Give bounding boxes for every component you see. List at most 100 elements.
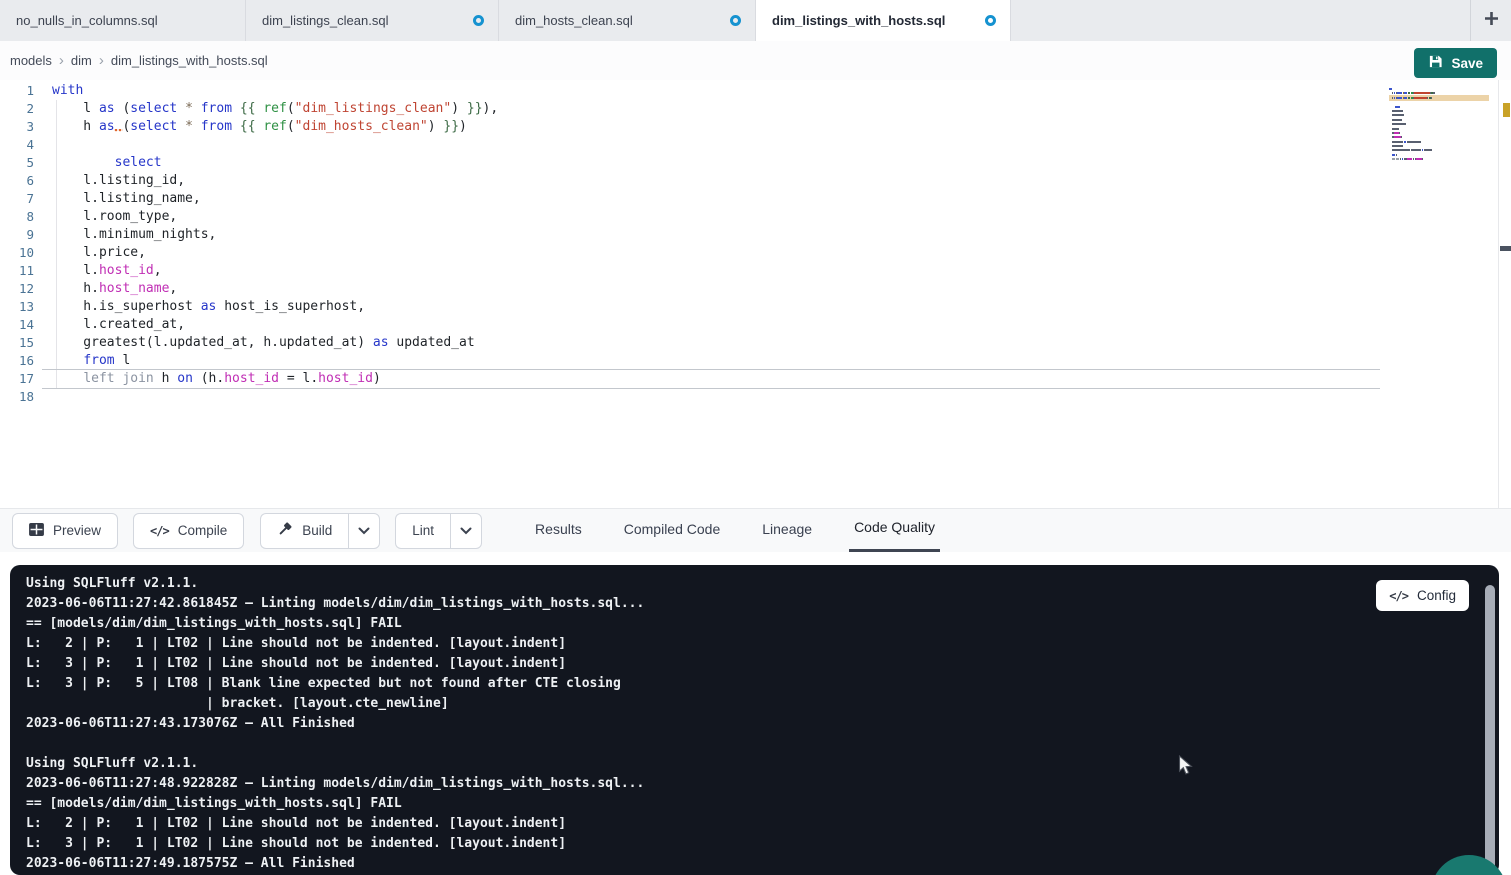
result-tab-bar: Results Compiled Code Lineage Code Quali… [530,509,972,552]
config-button-label: Config [1417,588,1456,603]
file-tab-dim-listings-with-hosts[interactable]: dim_listings_with_hosts.sql [756,0,1011,42]
new-tab-button[interactable] [1471,0,1511,41]
code-line[interactable]: 16 from l [0,352,1511,370]
line-number: 12 [0,280,34,298]
code-icon: </> [1389,589,1408,603]
hammer-icon [277,521,293,540]
line-number: 8 [0,208,34,226]
line-number: 5 [0,154,34,172]
unsaved-dot-icon [730,15,741,26]
floppy-save-icon [1428,54,1443,72]
lint-dropdown-button[interactable] [450,513,482,549]
breadcrumb-item-dim[interactable]: dim [71,53,92,68]
build-button[interactable]: Build [260,513,348,549]
line-number: 7 [0,190,34,208]
line-number: 14 [0,316,34,334]
code-line[interactable]: 14 l.created_at, [0,316,1511,334]
line-number: 11 [0,262,34,280]
tab-bar-extra [1470,0,1511,41]
tab-results[interactable]: Results [530,509,587,552]
lint-output-terminal: Using SQLFluff v2.1.1.2023-06-06T11:27:4… [10,565,1499,875]
file-tab-dim-hosts-clean[interactable]: dim_hosts_clean.sql [499,0,756,41]
code-line[interactable]: 13 h.is_superhost as host_is_superhost, [0,298,1511,316]
code-line[interactable]: 6 l.listing_id, [0,172,1511,190]
chevron-down-icon [358,523,370,538]
plus-icon [1484,11,1499,31]
terminal-lines: Using SQLFluff v2.1.1.2023-06-06T11:27:4… [10,565,1499,875]
code-line[interactable]: 4 [0,136,1511,154]
file-tab-dim-listings-clean[interactable]: dim_listings_clean.sql [246,0,499,41]
build-button-group: Build [260,513,380,549]
line-number: 3 [0,118,34,136]
build-button-label: Build [302,523,332,538]
overview-ruler-warning-marker[interactable] [1503,103,1510,117]
line-number: 17 [0,370,34,388]
save-button-label: Save [1451,56,1483,71]
line-number: 1 [0,82,34,100]
tab-compiled-code[interactable]: Compiled Code [619,509,726,552]
compile-button[interactable]: </> Compile [133,513,244,549]
code-line[interactable]: 8 l.room_type, [0,208,1511,226]
file-tab-label: no_nulls_in_columns.sql [16,13,158,28]
tab-label: Compiled Code [624,521,721,537]
preview-button[interactable]: Preview [12,513,118,549]
file-tab-label: dim_hosts_clean.sql [515,13,633,28]
action-toolbar: Preview </> Compile Build [0,508,1511,552]
preview-button-label: Preview [53,523,101,538]
tab-label: Code Quality [854,519,935,535]
code-line[interactable]: 2 l as (select * from {{ ref("dim_listin… [0,100,1511,118]
line-number: 6 [0,172,34,190]
config-button[interactable]: </> Config [1376,580,1469,611]
chevron-down-icon [460,523,472,538]
line-number: 16 [0,352,34,370]
breadcrumb-item-file[interactable]: dim_listings_with_hosts.sql [111,53,268,68]
line-number: 4 [0,136,34,154]
breadcrumb-bar: models › dim › dim_listings_with_hosts.s… [0,41,1511,80]
code-line[interactable]: 15 greatest(l.updated_at, h.updated_at) … [0,334,1511,352]
code-line[interactable]: 5 select [0,154,1511,172]
code-line[interactable]: 10 l.price, [0,244,1511,262]
tab-lineage[interactable]: Lineage [757,509,817,552]
save-button[interactable]: Save [1414,48,1497,78]
minimap[interactable] [1389,88,1489,167]
lint-button-label: Lint [412,523,434,538]
tab-code-quality[interactable]: Code Quality [849,509,940,552]
code-icon: </> [150,524,169,538]
chevron-right-icon: › [99,53,104,68]
editor-right-border [1498,80,1499,508]
line-number: 2 [0,100,34,118]
code-line[interactable]: 18 [0,388,1511,406]
code-line[interactable]: 3 h as (select * from {{ ref("dim_hosts_… [0,118,1511,136]
compile-button-label: Compile [178,523,228,538]
code-line[interactable]: 11 l.host_id, [0,262,1511,280]
chevron-right-icon: › [59,53,64,68]
line-number: 15 [0,334,34,352]
dbt-cloud-ide: no_nulls_in_columns.sql dim_listings_cle… [0,0,1511,875]
code-line[interactable]: 12 h.host_name, [0,280,1511,298]
lint-button[interactable]: Lint [395,513,450,549]
overview-ruler-cursor-marker[interactable] [1500,246,1511,251]
code-line[interactable]: 1with [0,82,1511,100]
build-dropdown-button[interactable] [348,513,380,549]
breadcrumb-item-models[interactable]: models [10,53,52,68]
file-tab-no-nulls-in-columns[interactable]: no_nulls_in_columns.sql [0,0,246,41]
unsaved-dot-icon [473,15,484,26]
lint-button-group: Lint [395,513,482,549]
unsaved-dot-icon [985,15,996,26]
sql-editor[interactable]: 1with2 l as (select * from {{ ref("dim_l… [0,80,1511,508]
line-number: 13 [0,298,34,316]
tab-label: Lineage [762,521,812,537]
table-grid-icon [29,523,44,539]
file-tab-label: dim_listings_with_hosts.sql [772,13,945,28]
code-line[interactable]: 7 l.listing_name, [0,190,1511,208]
file-tab-label: dim_listings_clean.sql [262,13,388,28]
file-tab-bar: no_nulls_in_columns.sql dim_listings_cle… [0,0,1511,42]
line-number: 9 [0,226,34,244]
terminal-scrollbar[interactable] [1485,585,1495,873]
tab-label: Results [535,521,582,537]
code-line[interactable]: 17 left join h on (h.host_id = l.host_id… [0,370,1511,388]
line-number: 18 [0,388,34,406]
code-line[interactable]: 9 l.minimum_nights, [0,226,1511,244]
code-lines: 1with2 l as (select * from {{ ref("dim_l… [0,82,1511,406]
line-number: 10 [0,244,34,262]
